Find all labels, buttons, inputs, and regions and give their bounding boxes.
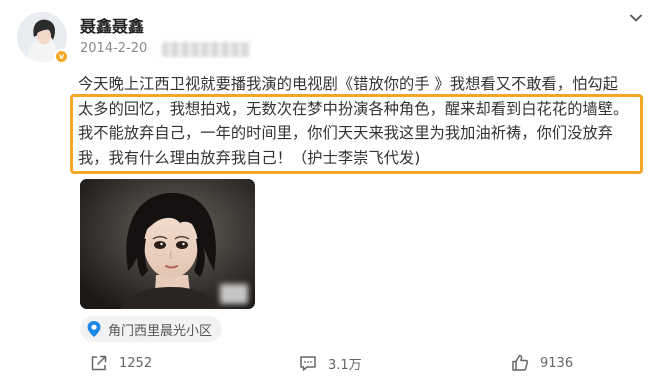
- post-text-line: 今天晚上江西卫视就要播我演的电视剧《错放你的手 》我想看又不敢看，怕勾起: [78, 75, 618, 93]
- verified-badge: v: [54, 49, 69, 64]
- share-button[interactable]: 1252: [89, 352, 152, 374]
- comment-icon: [300, 356, 316, 371]
- obscured-watermark: [220, 284, 248, 304]
- thumbs-up-icon: [512, 354, 529, 371]
- comment-button[interactable]: 3.1万: [298, 352, 362, 374]
- chevron-down-icon[interactable]: [626, 8, 646, 28]
- author-name[interactable]: 聂鑫聂鑫: [80, 13, 144, 37]
- obscured-source-text: [162, 42, 250, 57]
- like-count: 9136: [540, 355, 574, 371]
- like-button[interactable]: 9136: [510, 352, 573, 374]
- share-icon: [91, 355, 107, 371]
- highlight-annotation-box: [70, 94, 643, 174]
- share-count: 1252: [119, 355, 153, 371]
- post-date[interactable]: 2014-2-20: [80, 41, 147, 56]
- location-tag[interactable]: 角门西里晨光小区: [80, 316, 223, 342]
- location-pin-icon: [87, 321, 101, 337]
- comment-count: 3.1万: [328, 357, 362, 373]
- location-label: 角门西里晨光小区: [108, 323, 213, 339]
